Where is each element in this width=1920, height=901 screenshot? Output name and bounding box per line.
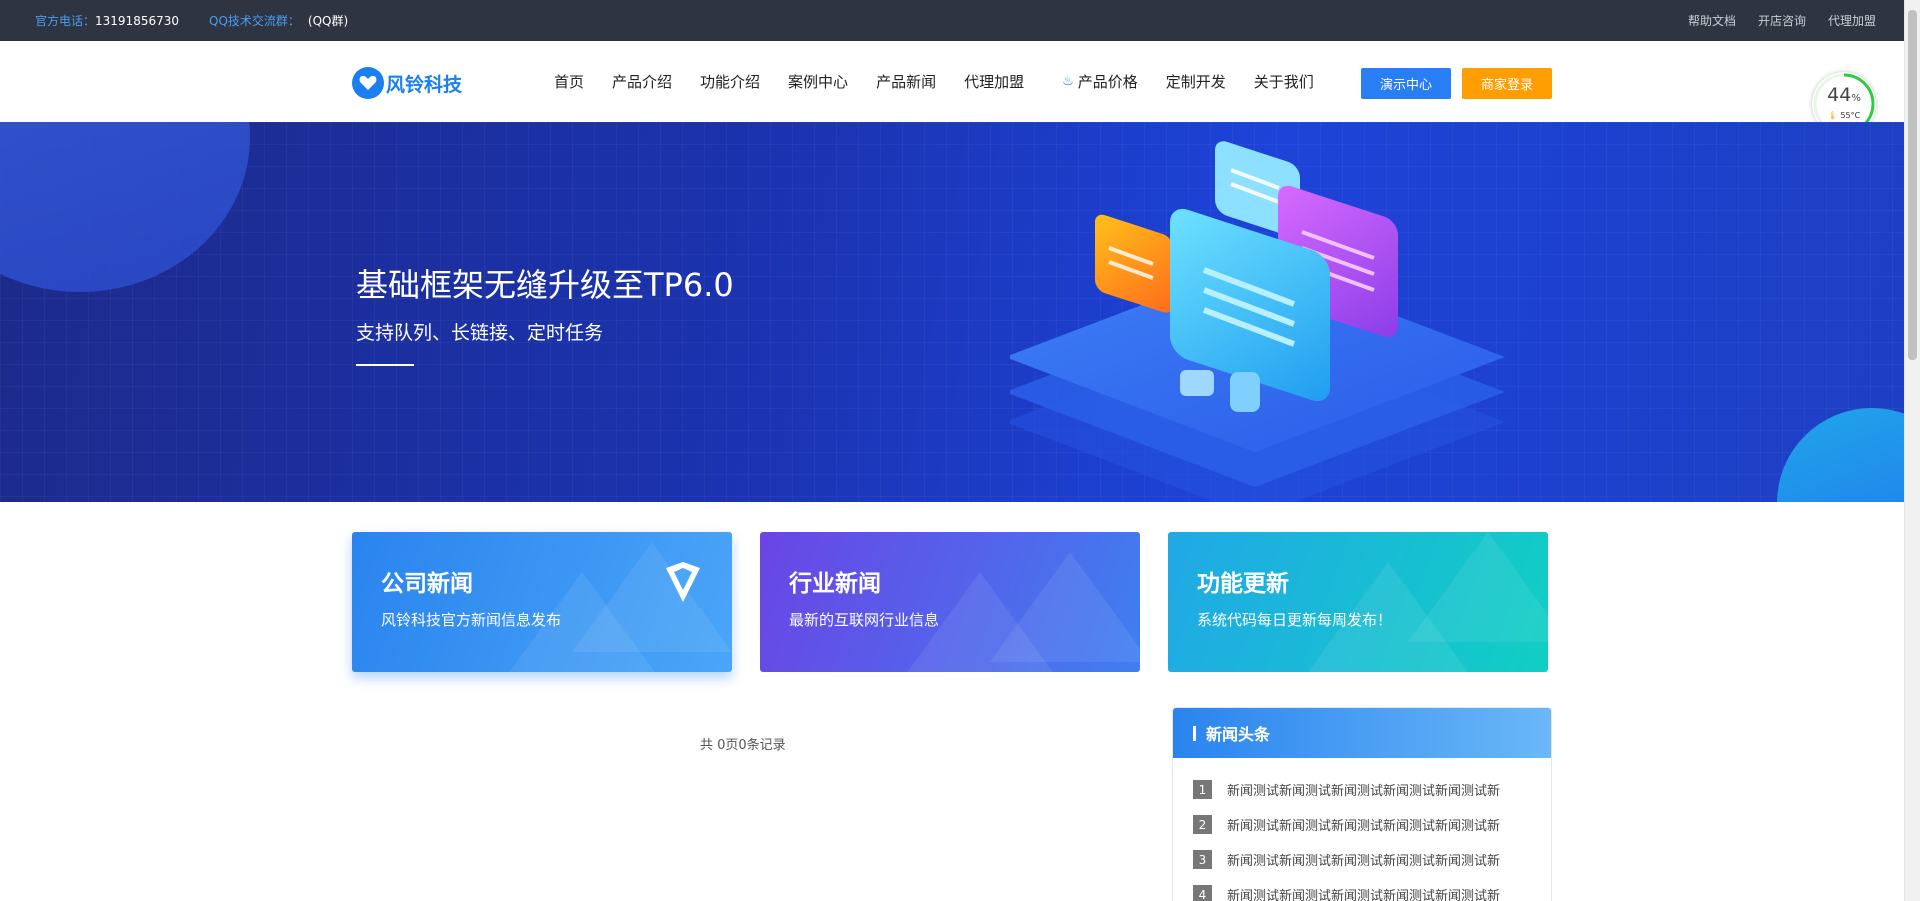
card-title: 功能更新	[1197, 571, 1289, 597]
news-rank: 4	[1193, 885, 1212, 901]
top-link-agent[interactable]: 代理加盟	[1828, 12, 1876, 29]
banner-title: 基础框架无缝升级至TP6.0	[356, 266, 734, 304]
scrollbar-thumb[interactable]	[1908, 10, 1917, 360]
top-links: 帮助文档 开店咨询 代理加盟	[1688, 0, 1876, 41]
qq-label: QQ技术交流群：	[209, 14, 300, 28]
news-headlines-panel: 新闻头条 1 新闻测试新闻测试新闻测试新闻测试新闻测试新 2 新闻测试新闻测试新…	[1172, 707, 1552, 901]
gauge-percent: 44%	[1812, 84, 1876, 106]
gauge-temperature: 🌡 55°C	[1812, 111, 1876, 120]
nav-cases[interactable]: 案例中心	[774, 71, 862, 92]
card-decor	[572, 542, 732, 652]
gauge-percent-unit: %	[1851, 93, 1861, 104]
qq-group[interactable]: (QQ群)	[308, 12, 348, 29]
nav-product-news[interactable]: 产品新闻	[862, 71, 950, 92]
card-subtitle: 风铃科技官方新闻信息发布	[381, 611, 562, 629]
pagination-records: 共 0页0条记录	[700, 738, 786, 753]
card-company-news[interactable]: 公司新闻 风铃科技官方新闻信息发布	[352, 532, 732, 672]
banner-divider	[356, 364, 414, 366]
nav-pricing-label: 产品价格	[1077, 73, 1138, 91]
news-rank: 1	[1193, 780, 1212, 799]
card-industry-news[interactable]: 行业新闻 最新的互联网行业信息	[760, 532, 1140, 672]
thermometer-icon: 🌡	[1827, 111, 1838, 120]
heart-logo-icon	[352, 67, 384, 99]
nav-pricing[interactable]: ♨ 产品价格	[1048, 71, 1152, 92]
logo[interactable]: 风铃科技	[352, 67, 462, 99]
phone-label: 官方电话：	[35, 14, 96, 28]
page-scrollbar[interactable]	[1904, 0, 1920, 901]
gauge-temperature-value: 55°C	[1840, 111, 1861, 120]
card-title: 行业新闻	[789, 571, 881, 597]
demo-center-button[interactable]: 演示中心	[1361, 68, 1451, 99]
news-panel-header: 新闻头条	[1173, 708, 1551, 758]
nav-home[interactable]: 首页	[540, 71, 598, 92]
top-link-consult[interactable]: 开店咨询	[1758, 12, 1806, 29]
contact-info: 官方电话： 13191856730 QQ技术交流群： (QQ群)	[35, 0, 378, 41]
logo-text: 风铃科技	[386, 73, 463, 96]
nav-features[interactable]: 功能介绍	[686, 71, 774, 92]
news-item-text: 新闻测试新闻测试新闻测试新闻测试新闻测试新	[1227, 889, 1501, 901]
card-subtitle: 系统代码每日更新每周发布！	[1197, 611, 1393, 629]
nav-custom-dev[interactable]: 定制开发	[1152, 71, 1240, 92]
news-item[interactable]: 2 新闻测试新闻测试新闻测试新闻测试新闻测试新	[1193, 807, 1551, 842]
page: 官方电话： 13191856730 QQ技术交流群： (QQ群) 帮助文档 开店…	[0, 0, 1920, 901]
card-subtitle: 最新的互联网行业信息	[789, 611, 940, 629]
news-panel-title: 新闻头条	[1206, 725, 1271, 744]
banner-grid	[0, 122, 1904, 502]
nav-about[interactable]: 关于我们	[1240, 71, 1328, 92]
news-item[interactable]: 3 新闻测试新闻测试新闻测试新闻测试新闻测试新	[1193, 842, 1551, 877]
nav-products[interactable]: 产品介绍	[598, 71, 686, 92]
top-link-help[interactable]: 帮助文档	[1688, 12, 1736, 29]
gauge-percent-value: 44	[1827, 84, 1852, 106]
merchant-login-button[interactable]: 商家登录	[1462, 68, 1552, 99]
news-item-text: 新闻测试新闻测试新闻测试新闻测试新闻测试新	[1227, 819, 1501, 834]
card-decor	[1408, 532, 1548, 642]
news-rank: 3	[1193, 850, 1212, 869]
card-decor	[990, 552, 1140, 662]
news-list: 1 新闻测试新闻测试新闻测试新闻测试新闻测试新 2 新闻测试新闻测试新闻测试新闻…	[1173, 758, 1551, 901]
nav-agent[interactable]: 代理加盟	[950, 71, 1038, 92]
news-rank: 2	[1193, 815, 1212, 834]
fire-icon: ♨	[1062, 74, 1074, 89]
header-bar-marker	[1193, 725, 1196, 741]
banner-subtitle: 支持队列、长链接、定时任务	[356, 322, 604, 344]
card-title: 公司新闻	[381, 571, 473, 597]
top-bar: 官方电话： 13191856730 QQ技术交流群： (QQ群) 帮助文档 开店…	[0, 0, 1904, 41]
diamond-icon	[666, 562, 700, 602]
phone-number: 13191856730	[95, 13, 179, 28]
chat-bubbles-illustration	[1010, 141, 1505, 502]
hero-banner[interactable]: 基础框架无缝升级至TP6.0 支持队列、长链接、定时任务	[0, 122, 1904, 502]
news-item-text: 新闻测试新闻测试新闻测试新闻测试新闻测试新	[1227, 854, 1501, 869]
news-item[interactable]: 4 新闻测试新闻测试新闻测试新闻测试新闻测试新	[1193, 877, 1551, 901]
news-item[interactable]: 1 新闻测试新闻测试新闻测试新闻测试新闻测试新	[1193, 772, 1551, 807]
card-feature-updates[interactable]: 功能更新 系统代码每日更新每周发布！	[1168, 532, 1548, 672]
main-nav: 首页 产品介绍 功能介绍 案例中心 产品新闻 代理加盟 ♨ 产品价格 定制开发 …	[540, 41, 1328, 122]
header: 风铃科技 首页 产品介绍 功能介绍 案例中心 产品新闻 代理加盟 ♨ 产品价格 …	[0, 41, 1904, 122]
news-item-text: 新闻测试新闻测试新闻测试新闻测试新闻测试新	[1227, 784, 1501, 799]
